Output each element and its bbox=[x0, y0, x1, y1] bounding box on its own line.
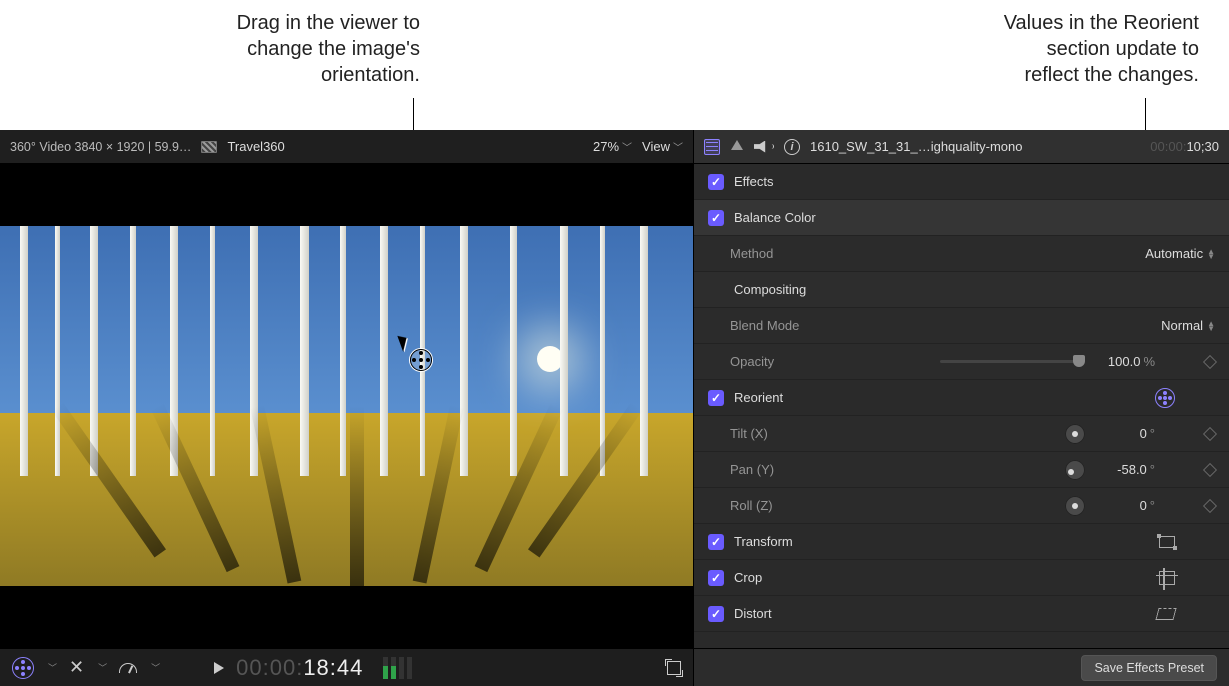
video-format-info: 360° Video 3840 × 1920 | 59.9… bbox=[10, 140, 191, 154]
crop-icon[interactable] bbox=[1159, 571, 1175, 585]
blend-mode-row: Blend Mode Normal▲▼ bbox=[694, 308, 1229, 344]
viewer-header: 360° Video 3840 × 1920 | 59.9… Travel360… bbox=[0, 130, 693, 164]
audio-meters bbox=[383, 657, 412, 679]
onscreen-tool-popup[interactable] bbox=[12, 657, 34, 679]
blend-mode-popup[interactable]: Normal▲▼ bbox=[1161, 318, 1215, 333]
clip-name: Travel360 bbox=[227, 139, 284, 154]
audio-inspector-tab[interactable] bbox=[754, 141, 774, 153]
distort-section-header[interactable]: Distort bbox=[694, 596, 1229, 632]
keyframe-button[interactable] bbox=[1203, 426, 1217, 440]
pan-dial[interactable] bbox=[1065, 460, 1085, 480]
view-label: View bbox=[642, 139, 670, 154]
reorient-checkbox[interactable] bbox=[708, 390, 724, 406]
fullscreen-button[interactable] bbox=[667, 661, 681, 675]
tilt-dial[interactable] bbox=[1065, 424, 1085, 444]
reorient-onscreen-control-button[interactable] bbox=[1155, 388, 1175, 408]
effects-section-header[interactable]: Effects bbox=[694, 164, 1229, 200]
save-effects-preset-button[interactable]: Save Effects Preset bbox=[1081, 655, 1217, 681]
effect-title: Balance Color bbox=[734, 210, 816, 225]
compositing-header[interactable]: Compositing bbox=[694, 272, 1229, 308]
transform-section-header[interactable]: Transform bbox=[694, 524, 1229, 560]
param-label: Opacity bbox=[730, 354, 774, 369]
roll-value[interactable]: 0° bbox=[1095, 498, 1155, 513]
chevron-down-icon: ﹀ bbox=[622, 143, 632, 154]
viewer-pane: 360° Video 3840 × 1920 | 59.9… Travel360… bbox=[0, 130, 694, 686]
callout-text: Drag in the viewer to bbox=[237, 12, 420, 34]
tilt-value[interactable]: 0° bbox=[1095, 426, 1155, 441]
crop-checkbox[interactable] bbox=[708, 570, 724, 586]
opacity-slider[interactable] bbox=[940, 360, 1085, 363]
inspector-header: i 1610_SW_31_31_…ighquality-mono 00:00:1… bbox=[694, 130, 1229, 164]
app-window: 360° Video 3840 × 1920 | 59.9… Travel360… bbox=[0, 130, 1229, 686]
param-label: Tilt (X) bbox=[730, 426, 768, 441]
speaker-icon bbox=[754, 141, 768, 153]
info-inspector-tab[interactable]: i bbox=[784, 139, 800, 155]
balance-color-header[interactable]: Balance Color bbox=[694, 200, 1229, 236]
keyframe-button[interactable] bbox=[1203, 462, 1217, 476]
section-title: Compositing bbox=[734, 282, 806, 297]
video-frame bbox=[0, 226, 693, 586]
callout-left: Drag in the viewer to change the image's… bbox=[120, 10, 420, 88]
reorient-section-header[interactable]: Reorient bbox=[694, 380, 1229, 416]
method-popup[interactable]: Automatic▲▼ bbox=[1145, 246, 1215, 261]
clip-duration: 00:00:10;30 bbox=[1150, 139, 1219, 155]
pan-value[interactable]: -58.0° bbox=[1095, 462, 1155, 477]
opacity-row: Opacity 100.0% bbox=[694, 344, 1229, 380]
distort-icon[interactable] bbox=[1155, 608, 1176, 620]
inspector-footer: Save Effects Preset bbox=[694, 648, 1229, 686]
viewer-canvas[interactable] bbox=[0, 164, 693, 648]
chevron-down-icon: ﹀ bbox=[98, 661, 107, 674]
roll-row: Roll (Z) 0° bbox=[694, 488, 1229, 524]
roll-dial[interactable] bbox=[1065, 496, 1085, 516]
effects-checkbox[interactable] bbox=[708, 174, 724, 190]
section-title: Reorient bbox=[734, 390, 783, 405]
video-inspector-tab[interactable] bbox=[704, 139, 720, 155]
timecode-display[interactable]: 00:00:18:44 bbox=[236, 655, 363, 681]
param-label: Pan (Y) bbox=[730, 462, 774, 477]
crop-section-header[interactable]: Crop bbox=[694, 560, 1229, 596]
callout-text: reflect the changes. bbox=[1024, 64, 1199, 86]
transform-checkbox[interactable] bbox=[708, 534, 724, 550]
param-label: Method bbox=[730, 246, 773, 261]
clapboard-icon bbox=[201, 141, 217, 153]
chevron-down-icon: ﹀ bbox=[151, 661, 160, 674]
tilt-row: Tilt (X) 0° bbox=[694, 416, 1229, 452]
callout-right: Values in the Reorient section update to… bbox=[889, 10, 1199, 88]
pan-row: Pan (Y) -58.0° bbox=[694, 452, 1229, 488]
inspected-clip-name: 1610_SW_31_31_…ighquality-mono bbox=[810, 139, 1140, 154]
opacity-value[interactable]: 100.0% bbox=[1095, 354, 1155, 369]
transform-icon[interactable] bbox=[1159, 536, 1175, 548]
param-label: Blend Mode bbox=[730, 318, 799, 333]
balance-method-row: Method Automatic▲▼ bbox=[694, 236, 1229, 272]
section-title: Distort bbox=[734, 606, 772, 621]
distort-checkbox[interactable] bbox=[708, 606, 724, 622]
color-inspector-tab[interactable] bbox=[730, 138, 744, 155]
keyframe-button[interactable] bbox=[1203, 354, 1217, 368]
inspector-pane: i 1610_SW_31_31_…ighquality-mono 00:00:1… bbox=[694, 130, 1229, 686]
callout-text: section update to bbox=[1047, 38, 1199, 60]
zoom-value: 27% bbox=[593, 139, 619, 154]
param-label: Roll (Z) bbox=[730, 498, 773, 513]
section-title: Transform bbox=[734, 534, 793, 549]
chevron-down-icon: ﹀ bbox=[48, 661, 57, 674]
chevron-down-icon: ﹀ bbox=[673, 143, 683, 154]
play-button[interactable] bbox=[214, 662, 224, 674]
viewer-footer: ﹀ ✕ ﹀ ﹀ 00:00:18:44 bbox=[0, 648, 693, 686]
balance-color-checkbox[interactable] bbox=[708, 210, 724, 226]
retime-tool-popup[interactable] bbox=[119, 663, 137, 673]
transform-tool-popup[interactable]: ✕ bbox=[69, 657, 84, 678]
callout-text: Values in the Reorient bbox=[1004, 12, 1199, 34]
view-popup[interactable]: View﹀ bbox=[642, 139, 683, 154]
callout-text: orientation. bbox=[321, 64, 420, 86]
keyframe-button[interactable] bbox=[1203, 498, 1217, 512]
section-title: Crop bbox=[734, 570, 762, 585]
zoom-popup[interactable]: 27%﹀ bbox=[593, 139, 632, 154]
callout-text: change the image's bbox=[247, 38, 420, 60]
section-title: Effects bbox=[734, 174, 774, 189]
